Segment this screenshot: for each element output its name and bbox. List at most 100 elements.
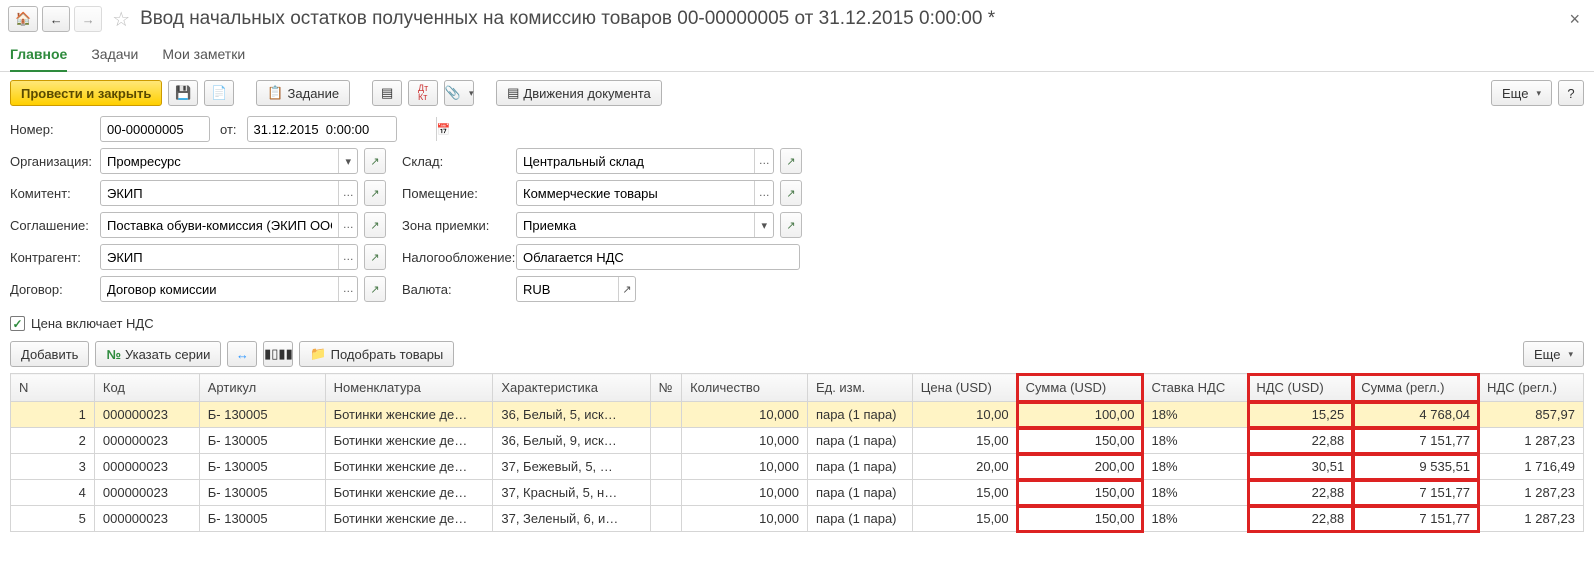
- cell-nom[interactable]: Ботинки женские де…: [325, 428, 493, 454]
- cell-art[interactable]: Б- 130005: [199, 402, 325, 428]
- cell-qty[interactable]: 10,000: [682, 402, 808, 428]
- col-unit[interactable]: Ед. изм.: [807, 374, 912, 402]
- cell-_[interactable]: [650, 402, 681, 428]
- currency-open-icon[interactable]: ↗: [618, 277, 635, 301]
- cell-unit[interactable]: пара (1 пара): [807, 454, 912, 480]
- cell-char[interactable]: 37, Зеленый, 6, и…: [493, 506, 650, 532]
- close-icon[interactable]: ×: [1563, 9, 1586, 30]
- cell-unit[interactable]: пара (1 пара): [807, 480, 912, 506]
- grid-more-button[interactable]: Еще: [1523, 341, 1584, 367]
- items-table[interactable]: N Код Артикул Номенклатура Характеристик…: [10, 373, 1584, 532]
- cell-char[interactable]: 37, Красный, 5, н…: [493, 480, 650, 506]
- dropdown-icon[interactable]: ▾: [754, 213, 773, 237]
- cell-sum[interactable]: 100,00: [1017, 402, 1143, 428]
- cell-_[interactable]: [650, 506, 681, 532]
- series-button[interactable]: №Указать серии: [95, 341, 221, 367]
- select-icon[interactable]: …: [754, 181, 773, 205]
- col-char[interactable]: Характеристика: [493, 374, 650, 402]
- cell-vatr[interactable]: 857,97: [1479, 402, 1584, 428]
- cell-vatr[interactable]: 1 287,23: [1479, 506, 1584, 532]
- cell-rate[interactable]: 18%: [1143, 402, 1248, 428]
- col-code[interactable]: Код: [94, 374, 199, 402]
- cell-char[interactable]: 37, Бежевый, 5, …: [493, 454, 650, 480]
- col-vatr[interactable]: НДС (регл.): [1479, 374, 1584, 402]
- select-icon[interactable]: …: [754, 149, 773, 173]
- cell-n[interactable]: 1: [11, 402, 95, 428]
- post-and-close-button[interactable]: Провести и закрыть: [10, 80, 162, 106]
- cell-sumr[interactable]: 4 768,04: [1353, 402, 1479, 428]
- col-art[interactable]: Артикул: [199, 374, 325, 402]
- cell-vat[interactable]: 15,25: [1248, 402, 1353, 428]
- cell-sum[interactable]: 150,00: [1017, 428, 1143, 454]
- fill-button[interactable]: ↔: [227, 341, 257, 367]
- cell-price[interactable]: 15,00: [912, 506, 1017, 532]
- cell-qty[interactable]: 10,000: [682, 454, 808, 480]
- dropdown-icon[interactable]: ▾: [338, 149, 357, 173]
- cell-nom[interactable]: Ботинки женские де…: [325, 454, 493, 480]
- col-ns[interactable]: №: [650, 374, 681, 402]
- more-button[interactable]: Еще: [1491, 80, 1552, 106]
- select-icon[interactable]: …: [338, 245, 357, 269]
- tab-tasks[interactable]: Задачи: [91, 40, 138, 71]
- home-button[interactable]: 🏠: [8, 6, 38, 32]
- org-open-button[interactable]: ↗: [364, 148, 386, 174]
- warehouse-field[interactable]: …: [516, 148, 774, 174]
- cell-sumr[interactable]: 7 151,77: [1353, 480, 1479, 506]
- room-field[interactable]: …: [516, 180, 774, 206]
- cell-n[interactable]: 4: [11, 480, 95, 506]
- cell-vat[interactable]: 22,88: [1248, 428, 1353, 454]
- cell-nom[interactable]: Ботинки женские де…: [325, 480, 493, 506]
- contract-open-button[interactable]: ↗: [364, 276, 386, 302]
- cell-rate[interactable]: 18%: [1143, 428, 1248, 454]
- cell-vat[interactable]: 30,51: [1248, 454, 1353, 480]
- cell-art[interactable]: Б- 130005: [199, 506, 325, 532]
- favorite-star-icon[interactable]: ☆: [112, 7, 130, 32]
- dtkt-button[interactable]: ДтКт: [408, 80, 438, 106]
- table-row[interactable]: 5000000023Б- 130005Ботинки женские де…37…: [11, 506, 1584, 532]
- cell-code[interactable]: 000000023: [94, 402, 199, 428]
- col-sumr[interactable]: Сумма (регл.): [1353, 374, 1479, 402]
- cell-sum[interactable]: 200,00: [1017, 454, 1143, 480]
- cell-_[interactable]: [650, 428, 681, 454]
- cell-sum[interactable]: 150,00: [1017, 480, 1143, 506]
- cell-char[interactable]: 36, Белый, 5, иск…: [493, 402, 650, 428]
- table-row[interactable]: 1000000023Б- 130005Ботинки женские де…36…: [11, 402, 1584, 428]
- cell-unit[interactable]: пара (1 пара): [807, 506, 912, 532]
- cell-price[interactable]: 15,00: [912, 480, 1017, 506]
- cell-sumr[interactable]: 7 151,77: [1353, 506, 1479, 532]
- select-icon[interactable]: …: [338, 213, 357, 237]
- cell-char[interactable]: 36, Белый, 9, иск…: [493, 428, 650, 454]
- cell-code[interactable]: 000000023: [94, 480, 199, 506]
- principal-field[interactable]: …: [100, 180, 358, 206]
- cell-vat[interactable]: 22,88: [1248, 506, 1353, 532]
- col-sum[interactable]: Сумма (USD): [1017, 374, 1143, 402]
- pick-goods-button[interactable]: 📁Подобрать товары: [299, 341, 454, 367]
- cell-n[interactable]: 5: [11, 506, 95, 532]
- select-icon[interactable]: …: [338, 277, 357, 301]
- cell-sumr[interactable]: 9 535,51: [1353, 454, 1479, 480]
- post-button[interactable]: 📄: [204, 80, 234, 106]
- cell-code[interactable]: 000000023: [94, 454, 199, 480]
- forward-button[interactable]: →: [74, 6, 102, 32]
- date-field[interactable]: 📅: [247, 116, 397, 142]
- cell-qty[interactable]: 10,000: [682, 506, 808, 532]
- table-row[interactable]: 2000000023Б- 130005Ботинки женские де…36…: [11, 428, 1584, 454]
- zone-open-button[interactable]: ↗: [780, 212, 802, 238]
- cell-vatr[interactable]: 1 716,49: [1479, 454, 1584, 480]
- calendar-icon[interactable]: 📅: [436, 117, 451, 141]
- cell-art[interactable]: Б- 130005: [199, 480, 325, 506]
- cell-_[interactable]: [650, 454, 681, 480]
- agreement-field[interactable]: …: [100, 212, 358, 238]
- cell-qty[interactable]: 10,000: [682, 480, 808, 506]
- movements-button[interactable]: ▤Движения документа: [496, 80, 662, 106]
- report-button[interactable]: ▤: [372, 80, 402, 106]
- cell-vatr[interactable]: 1 287,23: [1479, 428, 1584, 454]
- help-button[interactable]: ?: [1558, 80, 1584, 106]
- cell-vatr[interactable]: 1 287,23: [1479, 480, 1584, 506]
- cell-n[interactable]: 3: [11, 454, 95, 480]
- col-nom[interactable]: Номенклатура: [325, 374, 493, 402]
- cell-rate[interactable]: 18%: [1143, 480, 1248, 506]
- warehouse-open-button[interactable]: ↗: [780, 148, 802, 174]
- cell-nom[interactable]: Ботинки женские де…: [325, 402, 493, 428]
- cell-sum[interactable]: 150,00: [1017, 506, 1143, 532]
